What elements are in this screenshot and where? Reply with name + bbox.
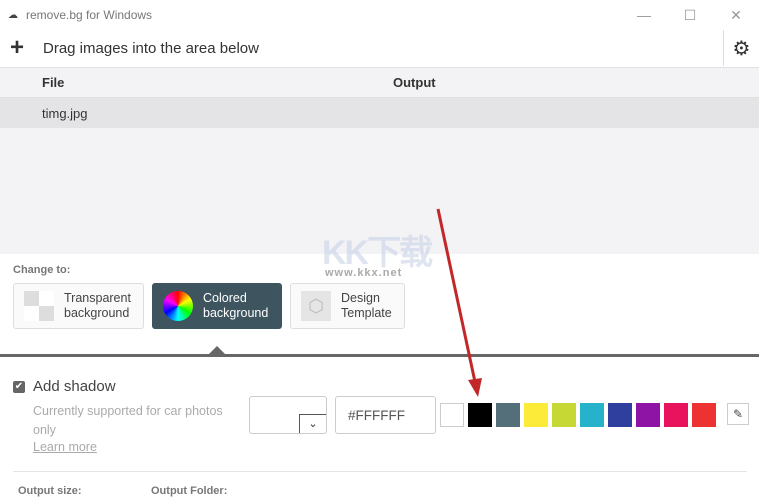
table-row[interactable]: timg.jpg [0,98,759,128]
color-swatch[interactable] [468,403,492,427]
checkerboard-icon [24,291,54,321]
learn-more-link[interactable]: Learn more [33,440,97,454]
color-swatch[interactable] [608,403,632,427]
plus-icon[interactable]: + [0,34,34,62]
drop-hint: Drag images into the area below [43,39,259,57]
selection-pointer [209,346,225,354]
app-logo-icon: ☁ [8,9,18,21]
color-swatch[interactable] [524,403,548,427]
color-swatch[interactable] [552,403,576,427]
option-label: Design [341,291,380,305]
eyedropper-icon[interactable]: ✎ [727,403,749,425]
change-to-label: Change to: [13,264,71,276]
color-swatch[interactable] [692,403,716,427]
option-label: Template [341,306,392,320]
color-swatch[interactable] [580,403,604,427]
colored-background-option[interactable]: Colored background [152,283,282,329]
option-label: background [203,306,269,320]
cube-icon: ⬡ [301,291,331,321]
color-swatch[interactable] [496,403,520,427]
chevron-down-icon[interactable]: ⌄ [299,414,326,433]
option-label: background [64,306,130,320]
shadow-note: Currently supported for car photos only [33,404,223,437]
color-swatch[interactable] [636,403,660,427]
color-swatch[interactable] [440,403,464,427]
toolbar: + Drag images into the area below ⚙ [0,30,759,66]
design-template-option[interactable]: ⬡ Design Template [290,283,405,329]
maximize-button[interactable]: ☐ [667,0,713,30]
close-button[interactable]: ✕ [713,0,759,30]
color-dropdown[interactable]: ⌄ [249,396,327,434]
minimize-button[interactable]: — [621,0,667,30]
divider [0,354,759,357]
color-wheel-icon [163,291,193,321]
add-shadow-checkbox[interactable]: ✔ [13,381,25,393]
transparent-background-option[interactable]: Transparent background [13,283,144,329]
option-label: Colored [203,291,247,305]
add-shadow-label: Add shadow [33,378,116,395]
file-name: timg.jpg [42,105,88,121]
column-header-output[interactable]: Output [393,75,436,90]
watermark-url: www.kkx.net [325,267,403,279]
gear-icon[interactable]: ⚙ [723,30,759,66]
output-size-label: Output size: [18,485,82,497]
output-folder-label: Output Folder: [151,485,228,497]
divider [13,471,747,472]
window-title: remove.bg for Windows [26,8,153,22]
option-label: Transparent [64,291,131,305]
column-header-file[interactable]: File [42,75,64,90]
hex-color-input[interactable]: #FFFFFF [335,396,436,434]
color-swatch[interactable] [664,403,688,427]
